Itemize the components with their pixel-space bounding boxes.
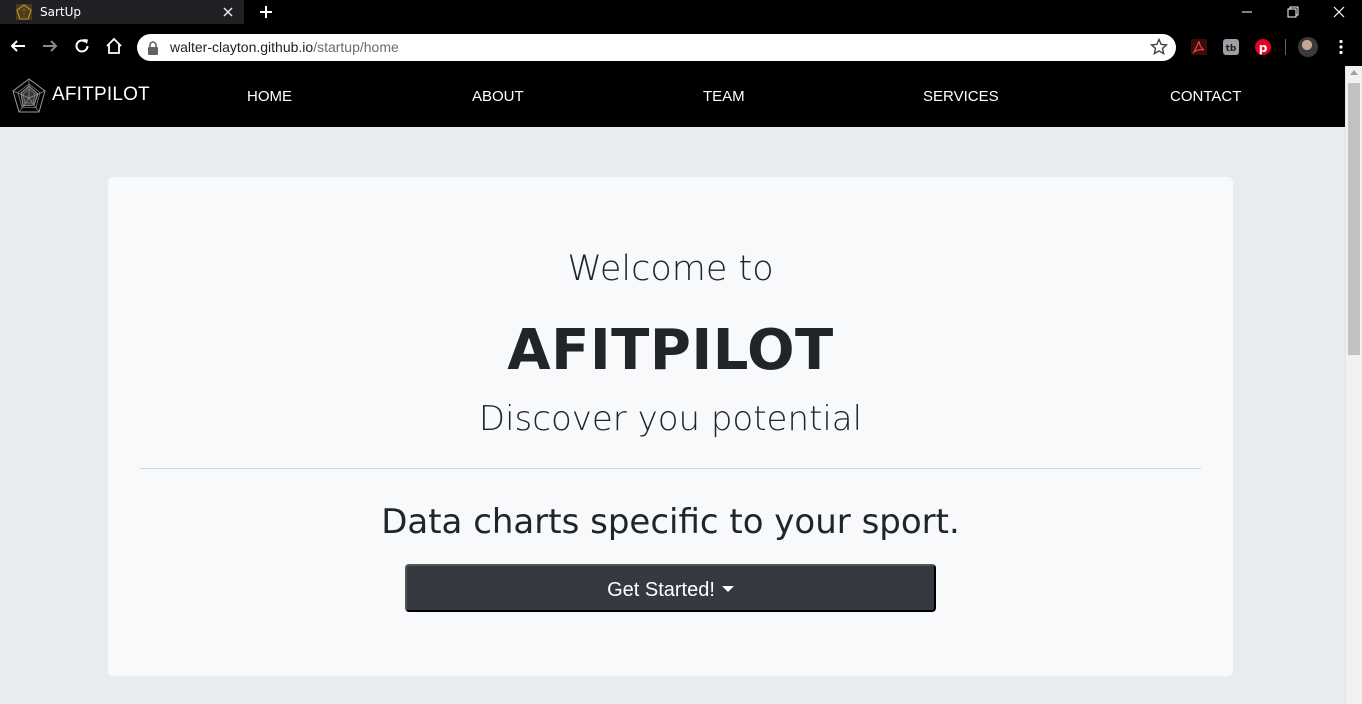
svg-text:p: p: [1259, 41, 1268, 55]
forward-arrow-icon[interactable]: [41, 37, 59, 55]
nav-link-services[interactable]: SERVICES: [923, 88, 999, 106]
brand-logo-icon[interactable]: [12, 78, 46, 114]
window-restore-icon[interactable]: [1270, 0, 1316, 24]
nav-link-contact[interactable]: CONTACT: [1170, 88, 1241, 106]
get-started-dropdown-button[interactable]: Get Started!: [405, 564, 936, 612]
tb-extension-icon[interactable]: tb: [1222, 38, 1240, 56]
window-close-icon[interactable]: [1316, 0, 1362, 24]
browser-tab[interactable]: SartUp: [0, 0, 244, 24]
hero-divider: [140, 468, 1201, 469]
browser-tabstrip: SartUp: [0, 0, 1362, 24]
dropdown-caret-icon: [721, 586, 734, 592]
back-arrow-icon[interactable]: [9, 37, 27, 55]
bookmark-star-icon[interactable]: [1149, 37, 1169, 56]
hero-subtitle: Data charts specific to your sport.: [381, 502, 960, 542]
toolbar-separator: [1285, 39, 1286, 55]
url-path: /startup/home: [313, 39, 399, 55]
scrollbar-thumb[interactable]: [1348, 83, 1360, 355]
hero-jumbotron: Welcome to AFITPILOT Discover you potent…: [108, 177, 1233, 676]
hero-title: AFITPILOT: [507, 318, 834, 383]
site-favicon-icon: [16, 4, 32, 20]
nav-link-team[interactable]: TEAM: [703, 88, 745, 106]
url-host: walter-clayton.github.io: [170, 39, 314, 55]
url-text[interactable]: walter-clayton.github.io/startup/home: [170, 39, 399, 56]
page-scrollbar[interactable]: [1345, 66, 1362, 704]
hero-lead: Discover you potential: [478, 399, 863, 439]
site-navbar: AFITPILOT HOME ABOUT TEAM SERVICES CONTA…: [0, 66, 1345, 127]
get-started-label: Get Started!: [607, 579, 715, 601]
svg-text:tb: tb: [1226, 44, 1237, 54]
pinterest-extension-icon[interactable]: p: [1254, 38, 1272, 56]
pdf-extension-icon[interactable]: [1190, 38, 1208, 56]
kebab-menu-icon[interactable]: [1332, 38, 1350, 56]
reload-icon[interactable]: [73, 37, 91, 55]
nav-link-home[interactable]: HOME: [247, 88, 292, 106]
page-viewport: AFITPILOT HOME ABOUT TEAM SERVICES CONTA…: [0, 66, 1362, 704]
nav-link-about[interactable]: ABOUT: [472, 88, 524, 106]
scroll-up-arrow-icon[interactable]: [1350, 70, 1358, 75]
brand-name[interactable]: AFITPILOT: [52, 84, 150, 106]
window-minimize-icon[interactable]: [1224, 0, 1270, 24]
lock-icon: [147, 40, 159, 55]
avatar[interactable]: [1298, 37, 1318, 57]
home-icon[interactable]: [105, 37, 123, 55]
tab-close-icon[interactable]: [220, 4, 236, 20]
new-tab-plus-icon[interactable]: [257, 3, 275, 21]
hero-pre-title: Welcome to: [567, 249, 774, 289]
tab-title: SartUp: [40, 5, 82, 19]
